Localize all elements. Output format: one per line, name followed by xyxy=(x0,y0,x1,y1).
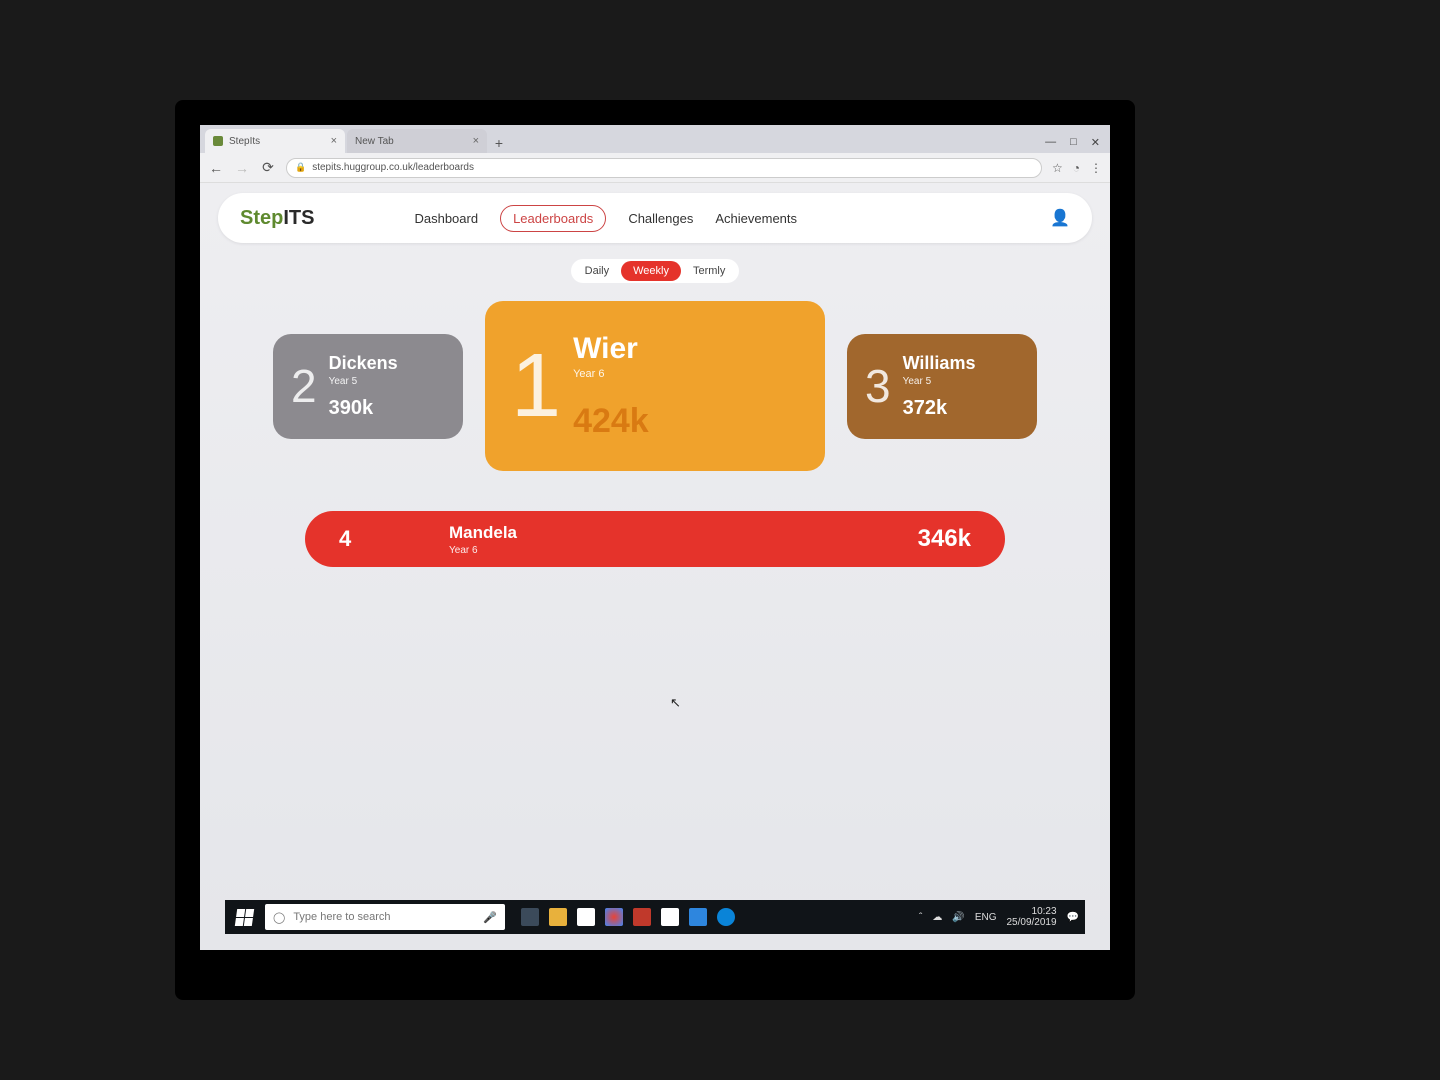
close-tab-icon[interactable]: × xyxy=(473,135,479,147)
new-tab-button[interactable]: + xyxy=(489,135,509,153)
monitor-frame: StepIts × New Tab × + — □ ✕ ← → ⟳ 🔒 step… xyxy=(175,100,1135,1000)
browser-tab[interactable]: New Tab × xyxy=(347,129,487,153)
taskbar: ◯ Type here to search 🎤 ˆ ☁ xyxy=(225,900,1085,934)
team-year: Year 6 xyxy=(573,368,649,380)
menu-icon[interactable]: ⋮ xyxy=(1090,161,1102,175)
nav-dashboard[interactable]: Dashboard xyxy=(414,211,478,226)
team-name: Dickens xyxy=(329,353,398,374)
podium-card-1[interactable]: 1 Wier Year 6 424k xyxy=(485,301,825,471)
nav-achievements[interactable]: Achievements xyxy=(715,211,797,226)
taskview-icon[interactable] xyxy=(521,908,539,926)
logo[interactable]: StepITS xyxy=(240,207,314,230)
app2-icon[interactable] xyxy=(689,908,707,926)
tab-title: New Tab xyxy=(355,136,394,147)
close-window-button[interactable]: ✕ xyxy=(1091,136,1100,149)
team-year: Year 5 xyxy=(329,376,398,387)
clock-date: 25/09/2019 xyxy=(1006,917,1056,928)
profile-chrome-icon[interactable]: ◔ xyxy=(1073,161,1080,175)
podium: 2 Dickens Year 5 390k 1 Wier Year 6 424k xyxy=(218,301,1092,471)
mail-icon[interactable] xyxy=(661,908,679,926)
browser-tab-strip: StepIts × New Tab × + — □ ✕ xyxy=(200,125,1110,153)
page-content: StepITS Dashboard Leaderboards Challenge… xyxy=(200,183,1110,950)
address-bar: ← → ⟳ 🔒 stepits.huggroup.co.uk/leaderboa… xyxy=(200,153,1110,183)
row-year: Year 6 xyxy=(449,545,517,556)
close-tab-icon[interactable]: × xyxy=(331,135,337,147)
team-name: Williams xyxy=(903,353,976,374)
taskbar-wrap: ◯ Type here to search 🎤 ˆ ☁ xyxy=(225,900,1085,934)
team-score: 372k xyxy=(903,397,976,420)
favicon-icon xyxy=(213,136,223,146)
nav-leaderboards[interactable]: Leaderboards xyxy=(500,205,606,232)
period-weekly[interactable]: Weekly xyxy=(621,261,681,281)
window-controls: — □ ✕ xyxy=(1045,136,1110,153)
windows-icon xyxy=(234,909,253,926)
row-name: Mandela xyxy=(449,523,517,543)
row-rank: 4 xyxy=(339,526,399,552)
tray-volume-icon[interactable]: 🔊 xyxy=(952,912,964,923)
minimize-button[interactable]: — xyxy=(1045,136,1056,149)
maximize-button[interactable]: □ xyxy=(1070,136,1077,149)
forward-button[interactable]: → xyxy=(234,160,250,176)
notifications-icon[interactable]: 💬 xyxy=(1067,912,1079,923)
team-score: 424k xyxy=(573,402,649,441)
podium-card-2[interactable]: 2 Dickens Year 5 390k xyxy=(273,334,463,439)
screen: StepIts × New Tab × + — □ ✕ ← → ⟳ 🔒 step… xyxy=(200,125,1110,950)
clock-time: 10:23 xyxy=(1006,906,1056,917)
browser-tab-active[interactable]: StepIts × xyxy=(205,129,345,153)
start-button[interactable] xyxy=(231,904,257,930)
team-year: Year 5 xyxy=(903,376,976,387)
search-placeholder: Type here to search xyxy=(293,911,390,923)
app-icon[interactable] xyxy=(633,908,651,926)
top-nav: StepITS Dashboard Leaderboards Challenge… xyxy=(218,193,1092,243)
mic-icon[interactable]: 🎤 xyxy=(483,911,497,924)
tray-chevron-icon[interactable]: ˆ xyxy=(919,912,922,923)
rank-number: 2 xyxy=(291,359,317,413)
tab-title: StepIts xyxy=(229,136,260,147)
store-icon[interactable] xyxy=(577,908,595,926)
rank-number: 1 xyxy=(511,341,561,431)
period-termly[interactable]: Termly xyxy=(681,261,737,281)
system-tray: ˆ ☁ 🔊 ENG 10:23 25/09/2019 💬 xyxy=(919,906,1079,928)
url-input[interactable]: 🔒 stepits.huggroup.co.uk/leaderboards xyxy=(286,158,1042,178)
logo-part1: Step xyxy=(240,207,283,229)
cursor-icon: ↖ xyxy=(670,695,681,711)
back-button[interactable]: ← xyxy=(208,160,224,176)
star-icon[interactable]: ☆ xyxy=(1052,161,1063,175)
search-icon: ◯ xyxy=(273,911,285,924)
profile-icon[interactable]: 👤 xyxy=(1050,208,1070,228)
taskbar-search[interactable]: ◯ Type here to search 🎤 xyxy=(265,904,505,930)
leaderboard-row[interactable]: 4 Mandela Year 6 346k xyxy=(305,511,1005,567)
team-name: Wier xyxy=(573,332,649,366)
taskbar-clock[interactable]: 10:23 25/09/2019 xyxy=(1006,906,1056,928)
url-text: stepits.huggroup.co.uk/leaderboards xyxy=(312,162,474,173)
tray-lang[interactable]: ENG xyxy=(975,912,997,923)
leaderboard-rows: 4 Mandela Year 6 346k xyxy=(218,511,1092,567)
rank-number: 3 xyxy=(865,359,891,413)
reload-button[interactable]: ⟳ xyxy=(260,159,276,176)
team-score: 390k xyxy=(329,397,398,420)
nav-challenges[interactable]: Challenges xyxy=(628,211,693,226)
lock-icon: 🔒 xyxy=(295,162,306,173)
period-tabs: Daily Weekly Termly xyxy=(218,259,1092,283)
tray-cloud-icon[interactable]: ☁ xyxy=(932,912,942,923)
explorer-icon[interactable] xyxy=(549,908,567,926)
row-score: 346k xyxy=(918,525,971,553)
taskbar-pinned xyxy=(521,908,735,926)
nav-items: Dashboard Leaderboards Challenges Achiev… xyxy=(414,205,797,232)
chrome-icon[interactable] xyxy=(605,908,623,926)
podium-card-3[interactable]: 3 Williams Year 5 372k xyxy=(847,334,1037,439)
period-daily[interactable]: Daily xyxy=(573,261,621,281)
logo-part2: ITS xyxy=(283,207,314,229)
edge-icon[interactable] xyxy=(717,908,735,926)
